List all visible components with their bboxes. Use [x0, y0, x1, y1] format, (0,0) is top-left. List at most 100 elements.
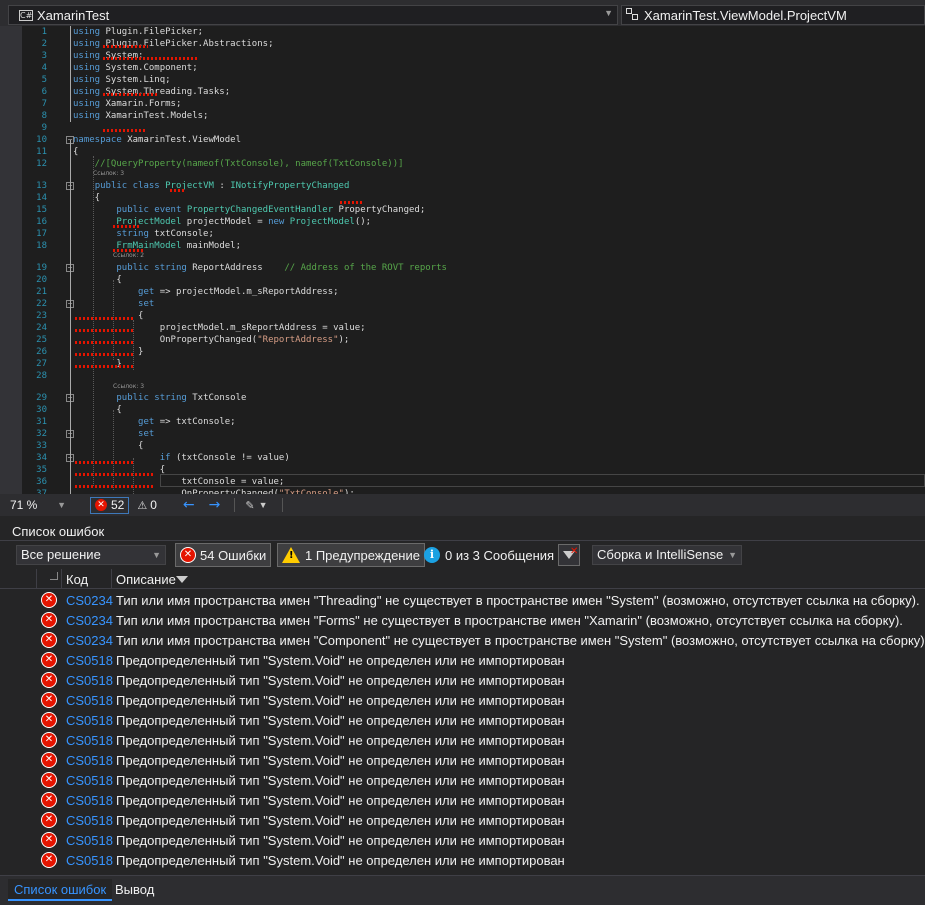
code-line[interactable]: 15 public event PropertyChangedEventHand… — [0, 204, 925, 216]
error-code-link[interactable]: CS0518 — [66, 733, 113, 748]
code-text[interactable]: using System.Linq; — [73, 74, 171, 86]
project-dropdown[interactable]: C# XamarinTest ▼ — [8, 5, 618, 25]
code-line[interactable]: 8 using XamarinTest.Models; — [0, 110, 925, 122]
error-code-link[interactable]: CS0518 — [66, 693, 113, 708]
table-row[interactable]: ✕ CS0234 Тип или имя пространства имен "Co… — [0, 630, 925, 650]
table-row[interactable]: ✕ CS0518 Предопределенный тип "System.Void… — [0, 730, 925, 750]
table-row[interactable]: ✕ CS0518 Предопределенный тип "System.Void… — [0, 750, 925, 770]
messages-filter-button[interactable]: i 0 из 3 Сообщения — [420, 543, 558, 567]
code-line[interactable]: 1 using Plugin.FilePicker; — [0, 26, 925, 38]
code-text[interactable]: public event PropertyChangedEventHandler… — [73, 204, 425, 216]
table-row[interactable]: ✕ CS0518 Предопределенный тип "System.Void… — [0, 710, 925, 730]
references-codelens[interactable]: Ссылок: 3 — [93, 170, 124, 177]
previous-issue-icon[interactable]: ← — [183, 497, 195, 513]
code-line[interactable]: 9 — [0, 122, 925, 134]
code-line[interactable]: 20 { — [0, 274, 925, 286]
code-text[interactable]: using XamarinTest.Models; — [73, 110, 208, 122]
code-line[interactable]: 33 { — [0, 440, 925, 452]
tab-error-list[interactable]: Список ошибок — [8, 879, 113, 901]
code-text[interactable]: projectModel.m_sReportAddress = value; — [73, 322, 366, 334]
code-line[interactable]: 22 set — [0, 298, 925, 310]
code-text[interactable]: { — [73, 404, 121, 416]
next-issue-icon[interactable]: → — [209, 497, 221, 513]
error-code-link[interactable]: CS0518 — [66, 773, 113, 788]
code-line[interactable]: 17 string txtConsole; — [0, 228, 925, 240]
code-text[interactable]: namespace XamarinTest.ViewModel — [73, 134, 241, 146]
references-codelens[interactable]: Ссылок: 2 — [113, 252, 144, 259]
error-code-link[interactable]: CS0518 — [66, 793, 113, 808]
code-line[interactable]: 24 projectModel.m_sReportAddress = value… — [0, 322, 925, 334]
code-line[interactable]: 30 { — [0, 404, 925, 416]
code-line[interactable]: 5 using System.Linq; — [0, 74, 925, 86]
code-line[interactable]: 6 using System.Threading.Tasks; — [0, 86, 925, 98]
column-header-description[interactable]: Описание — [116, 572, 176, 587]
code-line[interactable]: 19 public string ReportAddress // Addres… — [0, 262, 925, 274]
code-line[interactable]: 26 } — [0, 346, 925, 358]
code-editor[interactable]: 1 using Plugin.FilePicker; 2 using Plugin.F… — [0, 26, 925, 494]
code-line[interactable]: 12 //[QueryProperty(nameof(TxtConsole), … — [0, 158, 925, 170]
column-chooser-icon[interactable] — [50, 572, 58, 580]
column-separator[interactable] — [61, 569, 62, 589]
tab-output[interactable]: Вывод — [109, 879, 160, 901]
table-row[interactable]: ✕ CS0518 Предопределенный тип "System.Void… — [0, 850, 925, 870]
code-text[interactable]: string txtConsole; — [73, 228, 214, 240]
table-row[interactable]: ✕ CS0518 Предопределенный тип "System.Void… — [0, 650, 925, 670]
error-code-link[interactable]: CS0518 — [66, 813, 113, 828]
code-text[interactable]: { — [73, 274, 121, 286]
code-line[interactable]: 21 get => projectModel.m_sReportAddress; — [0, 286, 925, 298]
column-separator[interactable] — [111, 569, 112, 589]
code-text[interactable]: public string TxtConsole — [73, 392, 246, 404]
code-line[interactable]: 7 using Xamarin.Forms; — [0, 98, 925, 110]
table-row[interactable]: ✕ CS0518 Предопределенный тип "System.Void… — [0, 670, 925, 690]
warnings-filter-button[interactable]: ! 1 Предупреждение — [277, 543, 425, 567]
code-text[interactable]: get => txtConsole; — [73, 416, 236, 428]
code-line[interactable]: 3 using System; — [0, 50, 925, 62]
code-text[interactable]: FrmMainModel mainModel; — [73, 240, 241, 252]
code-line[interactable]: 2 using Plugin.FilePicker.Abstractions; — [0, 38, 925, 50]
error-code-link[interactable]: CS0518 — [66, 673, 113, 688]
error-count-indicator[interactable]: ✕ 52 — [90, 496, 130, 514]
code-text[interactable]: using Plugin.FilePicker; — [73, 26, 203, 38]
code-line[interactable]: 28 — [0, 370, 925, 382]
code-text[interactable]: using System.Threading.Tasks; — [73, 86, 230, 98]
table-row[interactable]: ✕ CS0234 Тип или имя пространства имен "Th… — [0, 590, 925, 610]
code-text[interactable]: using System.Component; — [73, 62, 198, 74]
chevron-down-icon[interactable]: ▼ — [259, 500, 268, 510]
code-line[interactable]: 34 if (txtConsole != value) — [0, 452, 925, 464]
code-line[interactable]: 25 OnPropertyChanged("ReportAddress"); — [0, 334, 925, 346]
code-text[interactable]: { — [73, 440, 143, 452]
error-code-link[interactable]: CS0234 — [66, 613, 113, 628]
code-text[interactable]: using System; — [73, 50, 143, 62]
code-text[interactable]: { — [73, 146, 78, 158]
error-code-link[interactable]: CS0518 — [66, 753, 113, 768]
error-code-link[interactable]: CS0518 — [66, 653, 113, 668]
code-text[interactable]: public class ProjectVM : INotifyProperty… — [73, 180, 350, 192]
errors-filter-button[interactable]: ✕ 54 Ошибки — [175, 543, 272, 567]
code-line[interactable]: 23 { — [0, 310, 925, 322]
code-line[interactable]: 32 set — [0, 428, 925, 440]
code-line[interactable]: 29 public string TxtConsole — [0, 392, 925, 404]
error-code-link[interactable]: CS0518 — [66, 833, 113, 848]
code-text[interactable]: public string ReportAddress // Address o… — [73, 262, 447, 274]
table-row[interactable]: ✕ CS0518 Предопределенный тип "System.Void… — [0, 830, 925, 850]
code-line[interactable]: 4 using System.Component; — [0, 62, 925, 74]
error-code-link[interactable]: CS0518 — [66, 853, 113, 868]
warning-count-indicator[interactable]: ⚠ 0 — [137, 498, 157, 512]
build-filter-dropdown[interactable]: Сборка и IntelliSense ▼ — [592, 545, 742, 565]
references-codelens[interactable]: Ссылок: 3 — [113, 383, 144, 390]
scope-dropdown[interactable]: Все решение ▼ — [16, 545, 166, 565]
member-dropdown[interactable]: XamarinTest.ViewModel.ProjectVM — [621, 5, 925, 25]
error-code-link[interactable]: CS0234 — [66, 593, 113, 608]
code-line[interactable]: 14 { — [0, 192, 925, 204]
code-text[interactable]: using Xamarin.Forms; — [73, 98, 181, 110]
zoom-dropdown[interactable]: 71 % ▼ — [6, 496, 68, 514]
code-text[interactable]: } — [73, 358, 121, 370]
code-text[interactable]: using Plugin.FilePicker.Abstractions; — [73, 38, 273, 50]
code-line[interactable]: 27 } — [0, 358, 925, 370]
table-row[interactable]: ✕ CS0518 Предопределенный тип "System.Void… — [0, 790, 925, 810]
code-text[interactable]: OnPropertyChanged("ReportAddress"); — [73, 334, 350, 346]
table-row[interactable]: ✕ CS0518 Предопределенный тип "System.Void… — [0, 690, 925, 710]
error-code-link[interactable]: CS0234 — [66, 633, 113, 648]
error-code-link[interactable]: CS0518 — [66, 713, 113, 728]
code-line[interactable]: 31 get => txtConsole; — [0, 416, 925, 428]
